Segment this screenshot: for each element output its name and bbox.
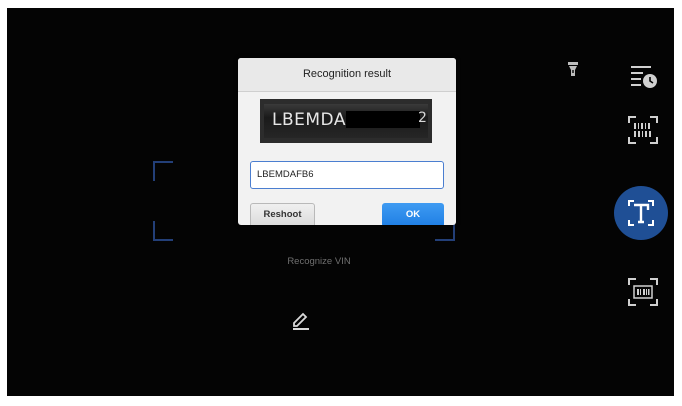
history-icon[interactable] bbox=[625, 58, 661, 94]
recognize-vin-label: Recognize VIN bbox=[287, 256, 351, 267]
redaction-bar bbox=[346, 111, 420, 128]
text-recognition-icon bbox=[628, 200, 654, 226]
ok-button[interactable]: OK bbox=[382, 203, 444, 225]
vin-input-field[interactable]: LBEMDAFB6 bbox=[250, 161, 444, 189]
text-mode-button[interactable] bbox=[614, 186, 668, 240]
vin-photo-trailing: 2 bbox=[418, 110, 427, 126]
scan-frame-corner-bottom-left bbox=[153, 221, 173, 241]
flashlight-icon[interactable] bbox=[567, 61, 579, 77]
camera-screen: Recognize VIN Recognition result LBEMDAF… bbox=[7, 8, 674, 396]
scan-frame-corner-top-left bbox=[153, 161, 173, 181]
vin-photo-crop: LBEMDAFB 2 bbox=[260, 99, 432, 143]
dialog-title: Recognition result bbox=[238, 58, 456, 92]
reshoot-button[interactable]: Reshoot bbox=[250, 203, 315, 225]
edit-pencil-icon[interactable] bbox=[289, 307, 313, 331]
qr-scan-icon[interactable] bbox=[625, 274, 661, 310]
recognition-result-dialog: Recognition result LBEMDAFB 2 LBEMDAFB6 … bbox=[238, 58, 456, 225]
barcode-scan-icon[interactable] bbox=[625, 112, 661, 148]
